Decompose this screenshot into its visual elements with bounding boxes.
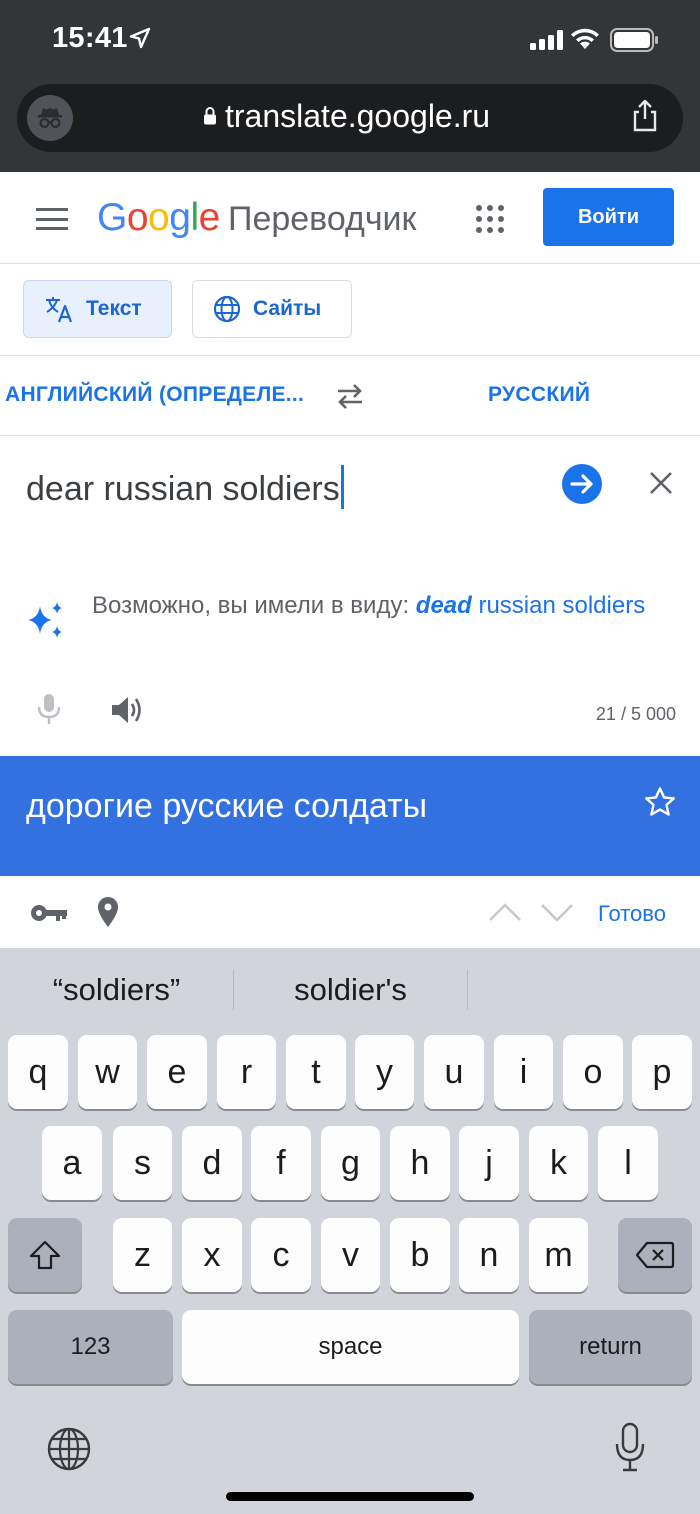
prediction-divider <box>467 970 468 1010</box>
keyboard-accessory-bar: Готово <box>0 876 700 948</box>
logo-letter: o <box>148 196 170 239</box>
globe-icon <box>213 295 241 323</box>
cellular-signal-icon <box>530 30 563 50</box>
key-a[interactable]: a <box>42 1126 102 1200</box>
wifi-icon <box>571 28 599 49</box>
key-t[interactable]: t <box>286 1035 346 1109</box>
spelling-suggestion[interactable]: Возможно, вы имели в виду: dead russian … <box>92 590 652 621</box>
apps-grid-icon[interactable] <box>476 205 504 233</box>
translate-icon <box>44 294 74 324</box>
product-name: Переводчик <box>228 200 417 238</box>
url-text[interactable]: translate.google.ru <box>225 98 490 135</box>
mode-tabs: Текст Сайты <box>0 264 700 356</box>
key-e[interactable]: e <box>147 1035 207 1109</box>
space-key[interactable]: space <box>182 1310 519 1384</box>
ios-keyboard: “soldiers” soldier's q w e r t y u i o p… <box>0 948 700 1514</box>
key-g[interactable]: g <box>321 1126 380 1200</box>
logo-letter: e <box>198 196 221 239</box>
key-r[interactable]: r <box>217 1035 276 1109</box>
shift-key[interactable] <box>8 1218 82 1292</box>
logo-letter: l <box>190 196 199 239</box>
prediction-item[interactable]: soldier's <box>234 972 467 1008</box>
source-input[interactable]: dear russian soldiers <box>26 465 344 509</box>
clear-icon[interactable] <box>648 470 674 496</box>
battery-icon <box>610 28 658 52</box>
tab-sites-label: Сайты <box>253 297 322 320</box>
menu-icon[interactable] <box>36 208 68 230</box>
key-n[interactable]: n <box>459 1218 519 1292</box>
numbers-key[interactable]: 123 <box>8 1310 173 1384</box>
dictation-microphone-icon[interactable] <box>614 1422 646 1472</box>
prediction-bar: “soldiers” soldier's <box>0 948 700 1034</box>
key-i[interactable]: i <box>494 1035 553 1109</box>
shift-icon <box>29 1240 61 1270</box>
suggestion-prefix: Возможно, вы имели в виду: <box>92 592 410 619</box>
globe-icon[interactable] <box>46 1426 92 1472</box>
tab-text-label: Текст <box>86 297 142 320</box>
signin-button[interactable]: Войти <box>543 188 674 246</box>
password-key-icon[interactable] <box>30 902 68 924</box>
key-x[interactable]: x <box>182 1218 242 1292</box>
key-u[interactable]: u <box>424 1035 484 1109</box>
sparkle-icon <box>28 602 62 638</box>
backspace-icon <box>635 1241 675 1269</box>
translate-go-button[interactable] <box>562 464 602 504</box>
swap-languages-icon[interactable] <box>334 382 366 410</box>
backspace-key[interactable] <box>618 1218 692 1292</box>
google-logo[interactable]: Google <box>97 196 220 240</box>
tab-sites[interactable]: Сайты <box>192 280 352 338</box>
incognito-icon[interactable] <box>27 95 73 141</box>
key-s[interactable]: s <box>113 1126 172 1200</box>
key-d[interactable]: d <box>182 1126 242 1200</box>
key-c[interactable]: c <box>251 1218 311 1292</box>
location-pin-icon[interactable] <box>96 896 120 928</box>
home-indicator[interactable] <box>226 1492 474 1501</box>
chevron-up-icon[interactable] <box>488 902 522 922</box>
key-q[interactable]: q <box>8 1035 68 1109</box>
logo-letter: o <box>126 196 149 239</box>
suggestion-fix[interactable]: dead <box>416 592 472 619</box>
key-v[interactable]: v <box>321 1218 380 1292</box>
logo-letter: g <box>169 196 191 239</box>
return-key[interactable]: return <box>529 1310 692 1384</box>
key-h[interactable]: h <box>390 1126 450 1200</box>
text-caret <box>340 465 344 509</box>
key-y[interactable]: y <box>355 1035 414 1109</box>
key-k[interactable]: k <box>529 1126 588 1200</box>
prediction-item[interactable]: “soldiers” <box>0 972 233 1008</box>
source-input-text: dear russian soldiers <box>26 470 340 508</box>
star-icon[interactable] <box>644 786 676 818</box>
key-l[interactable]: l <box>598 1126 658 1200</box>
suggestion-rest[interactable]: russian soldiers <box>478 592 645 619</box>
source-language-button[interactable]: АНГЛИЙСКИЙ (ОПРЕДЕЛЕ... <box>5 383 304 407</box>
lock-icon <box>204 107 216 125</box>
translation-text[interactable]: дорогие русские солдаты <box>26 787 427 826</box>
key-z[interactable]: z <box>113 1218 172 1292</box>
share-icon[interactable] <box>629 98 661 134</box>
microphone-icon[interactable] <box>36 692 62 726</box>
key-o[interactable]: o <box>563 1035 623 1109</box>
speaker-icon[interactable] <box>110 694 146 726</box>
target-language-button[interactable]: РУССКИЙ <box>488 383 590 407</box>
character-counter: 21 / 5 000 <box>595 704 676 724</box>
browser-chrome: 15:41 translate.google.ru <box>0 0 700 172</box>
key-m[interactable]: m <box>529 1218 588 1292</box>
key-w[interactable]: w <box>78 1035 137 1109</box>
location-arrow-icon <box>129 27 151 49</box>
done-button[interactable]: Готово <box>598 901 666 927</box>
url-bar[interactable]: translate.google.ru <box>17 84 683 152</box>
arrow-right-icon <box>570 474 593 494</box>
key-b[interactable]: b <box>390 1218 450 1292</box>
status-time: 15:41 <box>52 22 128 54</box>
chevron-down-icon[interactable] <box>540 902 574 922</box>
key-p[interactable]: p <box>632 1035 692 1109</box>
app-header: Google Переводчик Войти <box>0 172 700 264</box>
tab-text[interactable]: Текст <box>23 280 172 338</box>
key-j[interactable]: j <box>459 1126 519 1200</box>
language-bar: АНГЛИЙСКИЙ (ОПРЕДЕЛЕ... РУССКИЙ <box>0 356 700 436</box>
translation-panel: дорогие русские солдаты <box>0 756 700 876</box>
logo-letter: G <box>97 196 127 239</box>
key-f[interactable]: f <box>251 1126 311 1200</box>
